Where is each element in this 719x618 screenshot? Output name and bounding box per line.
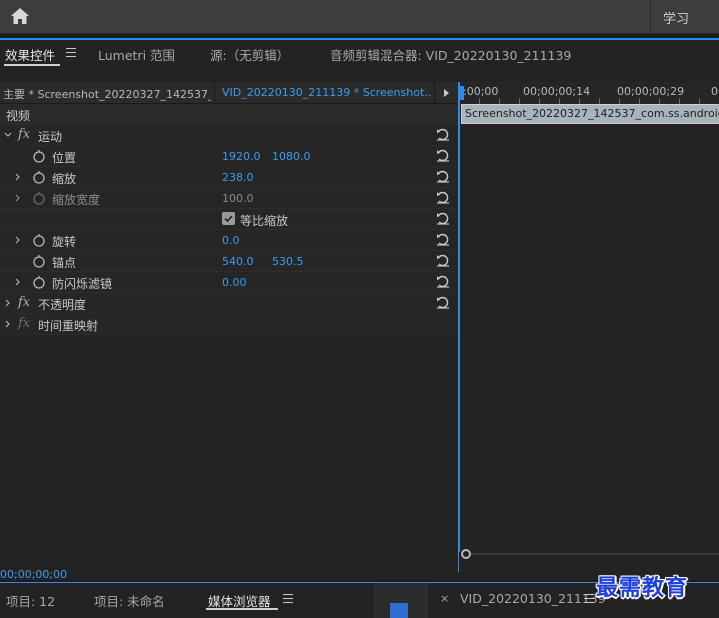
anchor-y-value[interactable]: 530.5 (272, 255, 304, 268)
scale-label: 缩放 (52, 172, 77, 186)
rotation-value[interactable]: 0.0 (222, 234, 240, 247)
time-remap-row[interactable]: fx 时间重映射 (0, 314, 458, 335)
workspace-learn-tab[interactable]: 学习 (663, 8, 689, 27)
anchor-row[interactable]: 锚点 540.0 530.5 (0, 251, 458, 272)
clip-header: 主要 * Screenshot_20220327_142537_... VID_… (0, 82, 458, 104)
tab-lumetri-scopes[interactable]: Lumetri 范围 (98, 45, 175, 64)
opacity-label: 不透明度 (38, 298, 87, 312)
uniform-scale-row: 等比缩放 (0, 209, 458, 230)
checkmark-icon (224, 215, 233, 223)
anchor-x-value[interactable]: 540.0 (222, 255, 254, 268)
current-timecode[interactable]: 00;00;00;00 (0, 568, 67, 581)
zoom-scroll-track[interactable] (471, 553, 719, 555)
scale-width-value: 100.0 (222, 192, 254, 205)
scale-width-row: 缩放宽度 100.0 (0, 188, 458, 209)
effect-timeline: :00;00 00;00;00;14 00;00;00;29 00 Screen… (458, 82, 719, 572)
play-separator (434, 82, 435, 104)
watermark-logo: 最需教育 (596, 575, 689, 601)
position-row[interactable]: 位置 1920.0 1080.0 (0, 146, 458, 167)
position-label: 位置 (52, 151, 77, 165)
motion-label: 运动 (38, 130, 63, 144)
effect-rows: 视频 fx 运动 位置 1920.0 1080.0 缩放 238.0 缩放宽度 … (0, 104, 458, 335)
uniform-scale-label: 等比缩放 (240, 214, 289, 228)
scale-row[interactable]: 缩放 238.0 (0, 167, 458, 188)
tab-project-12[interactable]: 项目: 12 (6, 591, 55, 610)
fx-icon[interactable]: fx (18, 127, 30, 142)
panel-menu-icon[interactable] (584, 594, 594, 603)
chevron-right-icon[interactable] (14, 172, 22, 182)
opacity-row[interactable]: fx 不透明度 (0, 293, 458, 314)
effect-controls-list: 主要 * Screenshot_20220327_142537_... VID_… (0, 82, 458, 572)
reset-icon[interactable] (436, 212, 450, 225)
tab-source[interactable]: 源:（无剪辑） (210, 45, 289, 64)
home-icon[interactable] (10, 7, 30, 25)
uniform-scale-checkbox[interactable] (222, 212, 235, 225)
ruler-timecode-29: 00;00;00;29 (617, 85, 685, 98)
master-clip-label[interactable]: 主要 * Screenshot_20220327_142537_... (3, 86, 211, 102)
chevron-right-icon[interactable] (4, 298, 12, 308)
chevron-right-icon[interactable] (14, 193, 22, 203)
stopwatch-icon[interactable] (32, 149, 46, 163)
chevron-right-icon[interactable] (4, 319, 12, 329)
panel-tabs: 效果控件 Lumetri 范围 源:（无剪辑） 音频剪辑混合器: VID_202… (0, 40, 719, 68)
reset-icon[interactable] (436, 149, 450, 162)
ruler-timecode-14: 00;00;00;14 (523, 85, 591, 98)
sequence-clip-label[interactable]: VID_20220130_211139 * Screenshot... (222, 86, 430, 99)
close-icon[interactable]: × (440, 592, 449, 605)
rotation-row[interactable]: 旋转 0.0 (0, 230, 458, 251)
timeline-clip[interactable]: Screenshot_20220327_142537_com.ss.androi… (461, 104, 719, 124)
video-section-row: 视频 (0, 104, 458, 125)
play-triangle-icon[interactable] (438, 85, 456, 101)
effect-controls-panel-group: 效果控件 Lumetri 范围 源:（无剪辑） 音频剪辑混合器: VID_202… (0, 38, 719, 581)
panel-menu-icon[interactable] (283, 594, 293, 603)
fx-icon[interactable]: fx (18, 295, 30, 310)
stopwatch-icon[interactable] (32, 170, 46, 184)
panel-menu-icon[interactable] (66, 48, 76, 57)
chevron-down-icon[interactable] (4, 130, 12, 140)
rotation-label: 旋转 (52, 235, 77, 249)
ruler-timecode-end: 00 (711, 85, 719, 98)
reset-icon[interactable] (436, 233, 450, 246)
motion-row[interactable]: fx 运动 (0, 125, 458, 146)
reset-icon[interactable] (436, 275, 450, 288)
active-tab-underline (4, 64, 60, 66)
workspace-separator (650, 0, 651, 34)
video-section-label: 视频 (6, 109, 31, 123)
fx-icon: fx (18, 316, 31, 331)
zoom-scroll-handle[interactable] (461, 549, 471, 559)
reset-icon[interactable] (436, 191, 450, 204)
stopwatch-icon[interactable] (32, 233, 46, 247)
time-remap-label: 时间重映射 (38, 319, 99, 333)
active-tab-underline (206, 608, 278, 610)
chevron-right-icon[interactable] (14, 277, 22, 287)
tab-project-untitled[interactable]: 项目: 未命名 (94, 591, 165, 610)
playhead[interactable] (458, 82, 464, 552)
playhead-handle[interactable] (458, 86, 464, 100)
anchor-label: 锚点 (52, 256, 77, 270)
scale-value[interactable]: 238.0 (222, 171, 254, 184)
time-ruler[interactable]: :00;00 00;00;00;14 00;00;00;29 00 (459, 82, 719, 104)
position-y-value[interactable]: 1080.0 (272, 150, 311, 163)
reset-icon[interactable] (436, 254, 450, 267)
stopwatch-icon (33, 192, 45, 205)
anti-flicker-row[interactable]: 防闪烁滤镜 0.00 (0, 272, 458, 293)
selection-tool-icon[interactable] (390, 603, 408, 618)
chevron-right-icon[interactable] (14, 235, 22, 245)
ruler-timecode-start: :00;00 (463, 85, 499, 98)
stopwatch-icon[interactable] (32, 275, 46, 289)
stopwatch-icon[interactable] (32, 254, 46, 268)
anti-flicker-value[interactable]: 0.00 (222, 276, 247, 289)
top-bar: 学习 (0, 0, 719, 34)
position-x-value[interactable]: 1920.0 (222, 150, 261, 163)
reset-icon[interactable] (436, 128, 450, 141)
reset-icon[interactable] (436, 296, 450, 309)
reset-icon[interactable] (436, 170, 450, 183)
tab-effect-controls[interactable]: 效果控件 (5, 45, 55, 64)
anti-flicker-label: 防闪烁滤镜 (52, 277, 113, 291)
clip-header-separator (214, 82, 215, 104)
scale-width-label: 缩放宽度 (52, 193, 101, 207)
tab-audio-clip-mixer[interactable]: 音频剪辑混合器: VID_20220130_211139 (330, 45, 571, 64)
